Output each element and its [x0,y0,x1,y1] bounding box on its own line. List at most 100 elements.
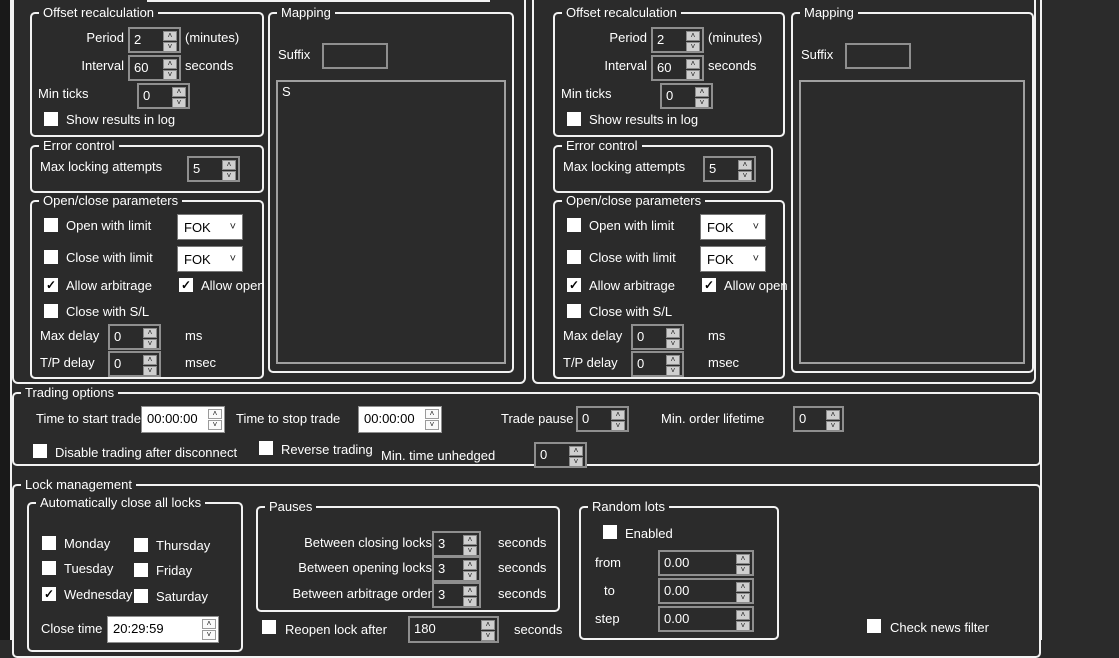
spin-down-icon[interactable]: ˅ [736,593,750,603]
allow-arbitrage-checkbox[interactable] [567,278,581,292]
show-results-checkbox[interactable] [44,112,58,126]
max-delay-input[interactable]: 0˄˅ [108,324,161,350]
saturday-checkbox[interactable] [134,589,148,603]
min-time-unhedged-input[interactable]: 0˄˅ [534,442,587,468]
spin-up-icon[interactable]: ˄ [463,586,477,596]
between-closing-locks-input[interactable]: 3˄˅ [432,531,481,557]
spin-down-icon[interactable]: ˅ [738,171,752,181]
between-opening-locks-input[interactable]: 3˄˅ [432,556,481,582]
between-arbitrage-order-input[interactable]: 3˄˅ [432,582,481,608]
min-order-lifetime-input[interactable]: 0˄˅ [793,406,844,432]
allow-open-checkbox[interactable] [702,278,716,292]
from-input[interactable]: 0.00˄˅ [658,550,754,576]
spin-down-icon[interactable]: ˅ [163,42,177,52]
show-results-checkbox[interactable] [567,112,581,126]
spin-up-icon[interactable]: ˄ [202,619,216,629]
spin-down-icon[interactable]: ˅ [208,420,222,430]
period-input[interactable]: 2˄˅ [128,27,181,53]
time-to-start-input[interactable]: 00:00:00˄˅ [141,406,225,433]
spin-down-icon[interactable]: ˅ [686,42,700,52]
spin-up-icon[interactable]: ˄ [611,410,625,420]
spin-down-icon[interactable]: ˅ [666,366,680,376]
spin-up-icon[interactable]: ˄ [163,31,177,41]
disable-trading-checkbox[interactable] [33,444,47,458]
tp-delay-input[interactable]: 0˄˅ [631,351,684,377]
suffix-input[interactable] [322,43,388,69]
open-with-limit-checkbox[interactable] [44,218,58,232]
max-delay-input[interactable]: 0˄˅ [631,324,684,350]
spin-down-icon[interactable]: ˅ [143,366,157,376]
spin-down-icon[interactable]: ˅ [463,571,477,581]
open-with-limit-select[interactable]: FOK˅ [700,214,766,240]
spin-up-icon[interactable]: ˄ [463,535,477,545]
min-ticks-input[interactable]: 0˄˅ [137,83,190,109]
period-input[interactable]: 2˄˅ [651,27,704,53]
spin-up-icon[interactable]: ˄ [143,328,157,338]
spin-up-icon[interactable]: ˄ [425,409,439,419]
spin-down-icon[interactable]: ˅ [202,630,216,640]
spin-down-icon[interactable]: ˅ [425,420,439,430]
close-with-limit-checkbox[interactable] [567,250,581,264]
spin-down-icon[interactable]: ˅ [736,621,750,631]
spin-up-icon[interactable]: ˄ [826,410,840,420]
step-input[interactable]: 0.00˄˅ [658,606,754,632]
spin-up-icon[interactable]: ˄ [222,160,236,170]
spin-down-icon[interactable]: ˅ [143,339,157,349]
spin-up-icon[interactable]: ˄ [666,355,680,365]
spin-up-icon[interactable]: ˄ [569,446,583,456]
spin-up-icon[interactable]: ˄ [143,355,157,365]
check-news-filter-checkbox[interactable] [867,619,881,633]
open-with-limit-select[interactable]: FOK˅ [177,214,243,240]
spin-down-icon[interactable]: ˅ [736,565,750,575]
spin-down-icon[interactable]: ˅ [611,421,625,431]
spin-up-icon[interactable]: ˄ [463,560,477,570]
spin-up-icon[interactable]: ˄ [686,59,700,69]
friday-checkbox[interactable] [134,563,148,577]
spin-up-icon[interactable]: ˄ [172,87,186,97]
spin-up-icon[interactable]: ˄ [686,31,700,41]
allow-open-checkbox[interactable] [179,278,193,292]
spin-up-icon[interactable]: ˄ [738,160,752,170]
spin-down-icon[interactable]: ˅ [463,597,477,607]
spin-up-icon[interactable]: ˄ [481,620,495,630]
reopen-lock-input[interactable]: 180˄˅ [408,616,499,643]
wednesday-checkbox[interactable] [42,587,56,601]
mapping-listbox[interactable]: S [276,80,506,364]
open-with-limit-checkbox[interactable] [567,218,581,232]
spin-down-icon[interactable]: ˅ [826,421,840,431]
spin-down-icon[interactable]: ˅ [222,171,236,181]
spin-up-icon[interactable]: ˄ [666,328,680,338]
spin-up-icon[interactable]: ˄ [736,554,750,564]
spin-up-icon[interactable]: ˄ [695,87,709,97]
min-ticks-input[interactable]: 0˄˅ [660,83,713,109]
list-item[interactable]: S [278,82,504,101]
spin-down-icon[interactable]: ˅ [695,98,709,108]
suffix-input[interactable] [845,43,911,69]
spin-up-icon[interactable]: ˄ [736,610,750,620]
time-to-stop-input[interactable]: 00:00:00˄˅ [358,406,442,433]
reopen-lock-checkbox[interactable] [262,620,276,634]
spin-up-icon[interactable]: ˄ [163,59,177,69]
spin-down-icon[interactable]: ˅ [686,70,700,80]
trade-pause-input[interactable]: 0˄˅ [576,406,629,432]
close-with-sl-checkbox[interactable] [44,304,58,318]
spin-down-icon[interactable]: ˅ [666,339,680,349]
spin-down-icon[interactable]: ˅ [463,546,477,556]
close-with-sl-checkbox[interactable] [567,304,581,318]
random-lots-enabled-checkbox[interactable] [603,525,617,539]
interval-input[interactable]: 60˄˅ [128,55,181,81]
monday-checkbox[interactable] [42,536,56,550]
interval-input[interactable]: 60˄˅ [651,55,704,81]
max-locking-attempts-input[interactable]: 5˄˅ [187,156,240,182]
max-locking-attempts-input[interactable]: 5˄˅ [703,156,756,182]
spin-up-icon[interactable]: ˄ [208,409,222,419]
tuesday-checkbox[interactable] [42,561,56,575]
close-with-limit-select[interactable]: FOK˅ [700,246,766,272]
close-with-limit-select[interactable]: FOK˅ [177,246,243,272]
mapping-listbox[interactable] [799,80,1025,364]
close-with-limit-checkbox[interactable] [44,250,58,264]
spin-up-icon[interactable]: ˄ [736,582,750,592]
tp-delay-input[interactable]: 0˄˅ [108,351,161,377]
close-time-input[interactable]: 20:29:59˄˅ [107,616,219,643]
spin-down-icon[interactable]: ˅ [172,98,186,108]
